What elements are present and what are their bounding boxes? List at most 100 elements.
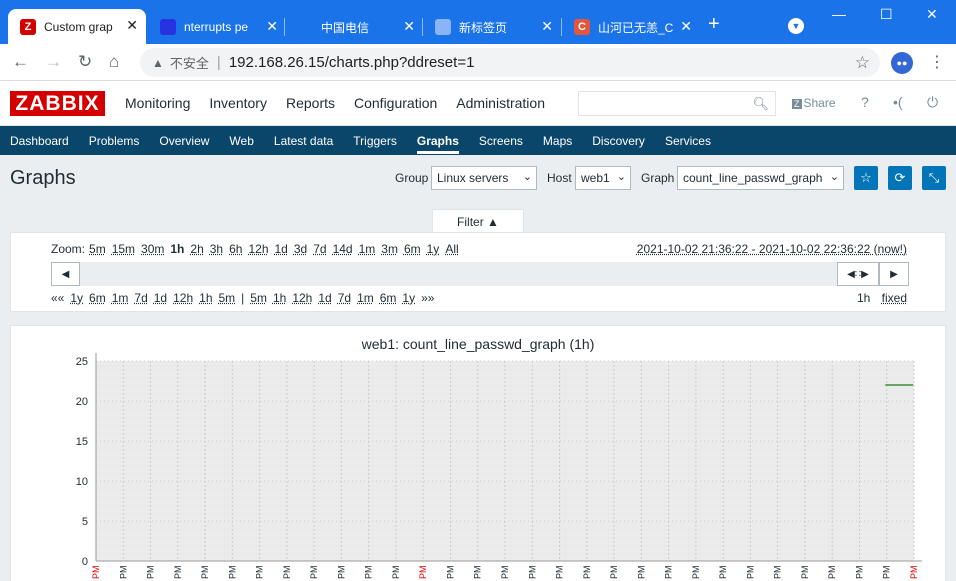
nav-forward-option[interactable]: 5m — [250, 291, 267, 305]
insecure-label[interactable]: 不安全 — [170, 53, 209, 72]
main-menu-item[interactable]: Administration — [456, 95, 545, 111]
zoom-option[interactable]: 15m — [112, 242, 135, 256]
host-select[interactable]: web1 ⌄ — [575, 166, 631, 190]
sub-menu-item[interactable]: Web — [229, 134, 253, 148]
zoom-option[interactable]: 3d — [294, 242, 307, 256]
home-icon[interactable]: ⌂ — [109, 52, 119, 72]
zoom-option[interactable]: 1h — [170, 242, 184, 256]
close-tab-icon[interactable]: ✕ — [541, 18, 553, 34]
close-window-icon[interactable]: ✕ — [926, 6, 938, 23]
browser-tab[interactable]: nterrupts pe ✕ — [148, 10, 286, 44]
sub-menu-item[interactable]: Services — [665, 134, 711, 148]
scroll-right-button[interactable]: ▶ — [879, 262, 909, 286]
zoom-option[interactable]: 5m — [89, 242, 106, 256]
zoom-option[interactable]: 30m — [141, 242, 164, 256]
browser-tab[interactable]: Z Custom grap ✕ — [8, 9, 146, 44]
sub-menu-item[interactable]: Discovery — [592, 134, 645, 148]
profile-user-icon[interactable]: •( — [893, 94, 903, 110]
zoom-option[interactable]: 6h — [229, 242, 242, 256]
graph-select[interactable]: count_line_passwd_graph ⌄ — [677, 166, 844, 190]
filter-tab[interactable]: Filter ▲ — [432, 209, 524, 233]
zabbix-logo[interactable]: ZABBIX — [10, 91, 105, 116]
scroll-left-button[interactable]: ◀ — [51, 262, 80, 286]
zoom-option[interactable]: 14d — [333, 242, 353, 256]
refresh-button[interactable]: ⟳ — [888, 166, 912, 190]
arrow-right-icon: ▶ — [890, 268, 898, 280]
main-menu-item[interactable]: Monitoring — [125, 95, 190, 111]
close-tab-icon[interactable]: ✕ — [266, 18, 278, 34]
scroll-handle[interactable]: ◀∷▶ — [837, 262, 879, 286]
sub-menu-item[interactable]: Screens — [479, 134, 523, 148]
nav-forward-option[interactable]: 6m — [380, 291, 397, 305]
zoom-option[interactable]: All — [445, 242, 458, 256]
address-bar[interactable]: ▲ 不安全 | 192.168.26.15/charts.php?ddreset… — [140, 48, 880, 77]
zoom-option[interactable]: 12h — [248, 242, 268, 256]
global-search-input[interactable]: 🔍︎ — [578, 91, 776, 116]
x-tick-label: PM — [909, 566, 919, 580]
tab-search-icon[interactable]: ▼ — [788, 18, 804, 34]
main-menu-item[interactable]: Reports — [286, 95, 335, 111]
sign-out-icon[interactable]: ⏻ — [927, 94, 938, 111]
new-tab-icon[interactable]: + — [708, 14, 720, 34]
zoom-option[interactable]: 2h — [190, 242, 203, 256]
nav-forward-option[interactable]: 1m — [357, 291, 374, 305]
sub-menu-item[interactable]: Maps — [543, 134, 572, 148]
sub-menu-item[interactable]: Graphs — [416, 134, 459, 154]
nav-forward-option[interactable]: 7d — [338, 291, 351, 305]
nav-back-option[interactable]: 1m — [112, 291, 129, 305]
nav-back-option[interactable]: 1d — [154, 291, 167, 305]
x-tick-label: PM — [146, 566, 156, 580]
nav-forward-option[interactable]: 12h — [292, 291, 312, 305]
share-link[interactable]: Z Share — [792, 96, 836, 110]
nav-back-option[interactable]: 6m — [89, 291, 106, 305]
zoom-option[interactable]: 1d — [275, 242, 288, 256]
graph-chart[interactable]: web1: count_line_passwd_graph (1h) 0 5 10 15… — [10, 325, 946, 581]
browser-tab[interactable]: 新标签页 ✕ — [423, 10, 561, 44]
tab-separator — [284, 18, 285, 36]
maximize-icon[interactable]: ☐ — [880, 6, 893, 23]
group-select[interactable]: Linux servers ⌄ — [431, 166, 537, 190]
zoom-option[interactable]: 7d — [313, 242, 326, 256]
nav-back-option[interactable]: 1y — [70, 291, 83, 305]
browser-menu-icon[interactable]: ⋮ — [929, 52, 945, 72]
sub-menu-item[interactable]: Triggers — [353, 134, 397, 148]
close-tab-icon[interactable]: ✕ — [403, 18, 415, 34]
reload-icon[interactable]: ↻ — [78, 52, 92, 72]
bookmark-star-icon[interactable]: ☆ — [855, 53, 870, 73]
browser-tab[interactable]: 中国电信 ✕ — [285, 10, 423, 44]
forward-arrow-icon[interactable]: → — [45, 52, 62, 72]
fixed-toggle[interactable]: fixed — [882, 291, 907, 305]
nav-forward-option[interactable]: 1h — [273, 291, 286, 305]
minimize-icon[interactable]: — — [832, 6, 846, 22]
nav-forward-option[interactable]: 1d — [318, 291, 331, 305]
search-icon[interactable]: 🔍︎ — [752, 96, 769, 112]
nav-back-option[interactable]: 7d — [134, 291, 147, 305]
sub-menu-item[interactable]: Dashboard — [10, 134, 69, 148]
help-icon[interactable]: ? — [861, 94, 869, 110]
add-to-favourites-button[interactable]: ☆ — [854, 166, 878, 190]
browser-tab[interactable]: C 山河已无恙_C ✕ — [562, 10, 700, 44]
period-text[interactable]: 2021-10-02 21:36:22 - 2021-10-02 22:36:2… — [637, 242, 907, 256]
nav-back-option[interactable]: 1h — [199, 291, 212, 305]
nav-forward-option[interactable]: 1y — [402, 291, 415, 305]
nav-back-option[interactable]: 5m — [219, 291, 236, 305]
zoom-option[interactable]: 1m — [359, 242, 376, 256]
back-arrow-icon[interactable]: ← — [12, 52, 29, 72]
url-text[interactable]: 192.168.26.15/charts.php?ddreset=1 — [229, 54, 475, 71]
main-menu-item[interactable]: Configuration — [354, 95, 437, 111]
main-menu-item[interactable]: Inventory — [209, 95, 267, 111]
zoom-option[interactable]: 3h — [210, 242, 223, 256]
close-tab-icon[interactable]: ✕ — [126, 17, 138, 33]
sub-menu-item[interactable]: Problems — [89, 134, 140, 148]
sub-menu-item[interactable]: Overview — [159, 134, 209, 148]
sub-menu-item[interactable]: Latest data — [274, 134, 333, 148]
zoom-option[interactable]: 1y — [427, 242, 440, 256]
zoom-option[interactable]: 3m — [381, 242, 398, 256]
nav-back-option[interactable]: 12h — [173, 291, 193, 305]
profile-avatar-icon[interactable]: ●● — [891, 52, 913, 74]
time-scrollbar[interactable] — [51, 262, 909, 286]
close-tab-icon[interactable]: ✕ — [680, 18, 692, 34]
zoom-option[interactable]: 6m — [404, 242, 421, 256]
warning-triangle-icon[interactable]: ▲ — [152, 56, 164, 70]
fullscreen-button[interactable]: ⤡ — [922, 166, 946, 190]
